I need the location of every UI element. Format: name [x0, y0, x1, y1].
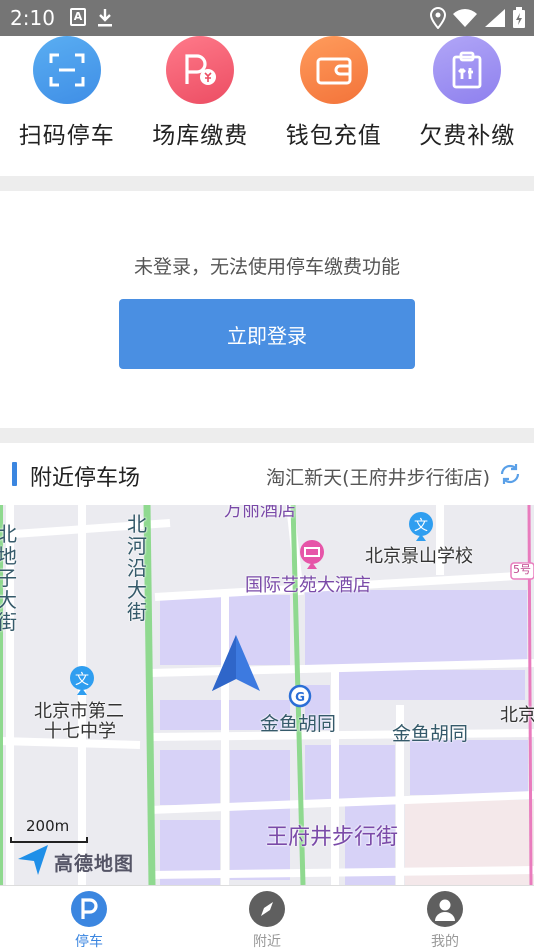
- bottom-nav: 停车 附近 我的: [0, 885, 534, 951]
- nav-tab-mine[interactable]: 我的: [356, 886, 534, 951]
- nearby-title: 附近停车场: [30, 466, 141, 491]
- map-label: 北京景山学校: [365, 546, 473, 567]
- nav-tab-nearby[interactable]: 附近: [178, 886, 356, 951]
- user-icon: [427, 891, 463, 927]
- wifi-icon: [453, 9, 477, 27]
- shortcut-grid: 扫码停车 场库缴费 钱包充值 欠费补缴: [0, 36, 534, 176]
- map-label: 北京: [500, 705, 534, 726]
- shortcut-label: 钱包充值: [285, 123, 382, 149]
- map-label: 万丽酒店: [224, 505, 296, 521]
- map-scale-text: 200m: [26, 817, 70, 835]
- nav-label: 停车: [75, 934, 103, 950]
- status-time: 2:10: [10, 6, 55, 30]
- login-button[interactable]: 立即登录: [119, 299, 415, 369]
- location-icon: [430, 7, 446, 29]
- map-road-label: 北地子大街: [0, 522, 17, 634]
- status-bar: 2:10 A: [0, 0, 534, 36]
- nav-label: 我的: [431, 934, 459, 950]
- metro-line-badge: 5号: [513, 563, 531, 576]
- shortcut-scan-parking[interactable]: 扫码停车: [0, 36, 134, 176]
- map-label: 金鱼胡同: [260, 713, 337, 735]
- map-road-label: 北河沿大街: [127, 512, 147, 624]
- map-label: 国际艺苑大酒店: [245, 575, 371, 596]
- parking-pay-icon: [166, 36, 235, 104]
- map-label: 王府井步行街: [266, 825, 399, 850]
- map-brand: 高德地图: [54, 853, 135, 875]
- svg-text:文: 文: [414, 518, 428, 534]
- map-label: 十七中学: [44, 721, 116, 742]
- nav-label: 附近: [253, 934, 281, 950]
- section-accent-bar: [12, 462, 17, 486]
- svg-text:文: 文: [75, 672, 89, 688]
- text-icon: A: [70, 8, 86, 26]
- scan-icon: [32, 36, 101, 104]
- nav-tab-parking[interactable]: 停车: [0, 886, 178, 951]
- compass-icon: [249, 891, 285, 927]
- current-location[interactable]: 淘汇新天(王府井步行街店): [266, 463, 490, 490]
- map-scale-bar: [10, 837, 88, 843]
- shortcut-label: 扫码停车: [18, 123, 115, 149]
- battery-icon: [513, 7, 525, 28]
- shortcut-parking-pay[interactable]: 场库缴费: [134, 36, 268, 176]
- parking-icon: [71, 891, 107, 927]
- refresh-icon[interactable]: [498, 462, 522, 486]
- shortcut-arrears-payment[interactable]: 欠费补缴: [401, 36, 534, 176]
- shortcut-label: 场库缴费: [152, 123, 249, 149]
- signal-icon: [485, 9, 505, 27]
- clipboard-icon: [433, 36, 502, 104]
- download-icon: [98, 9, 112, 27]
- login-prompt: 未登录，无法使用停车缴费功能: [133, 256, 400, 278]
- nearby-parking-header: 附近停车场 淘汇新天(王府井步行街店): [0, 443, 534, 505]
- shortcut-label: 欠费补缴: [419, 123, 516, 149]
- shortcut-wallet-recharge[interactable]: 钱包充值: [267, 36, 401, 176]
- wallet-icon: [299, 36, 368, 104]
- login-card: 未登录，无法使用停车缴费功能 立即登录: [0, 191, 534, 428]
- svg-text:G: G: [295, 690, 305, 704]
- metro-station-icon: G: [288, 684, 312, 708]
- map-label: 金鱼胡同: [392, 723, 469, 745]
- map-view[interactable]: 文 文 G 万丽酒店 北京景山学校 国际艺苑大酒店 北京市第二 十七中学 金鱼胡…: [0, 505, 534, 885]
